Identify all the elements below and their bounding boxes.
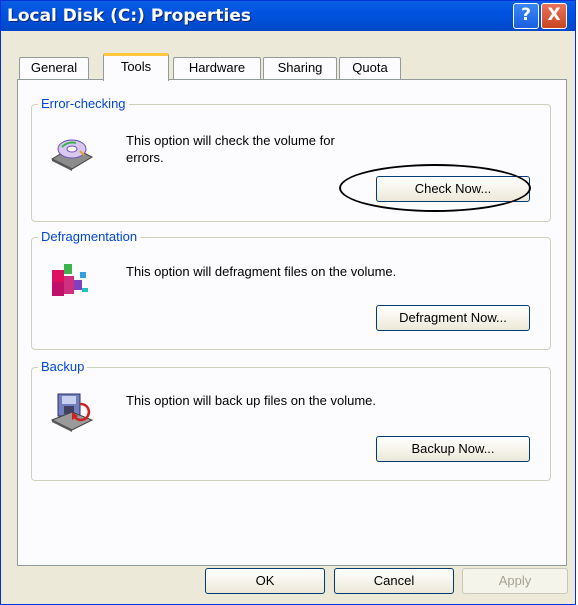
title-bar[interactable]: Local Disk (C:) Properties ? X (1, 1, 575, 31)
defragmentation-title: Defragmentation (38, 229, 141, 244)
tab-quota[interactable]: Quota (339, 57, 401, 79)
tab-strip: General Tools Hardware Sharing Quota (1, 53, 575, 81)
apply-button[interactable]: Apply (462, 568, 568, 594)
defragmentation-group: Defragmentation This option will defragm… (31, 229, 551, 350)
window-title: Local Disk (C:) Properties (7, 6, 252, 26)
backup-text: This option will back up files on the vo… (126, 393, 377, 408)
disk-check-icon (50, 133, 94, 174)
properties-window: Local Disk (C:) Properties ? X General T… (0, 0, 576, 605)
tab-general[interactable]: General (19, 57, 89, 79)
tab-sharing[interactable]: Sharing (263, 57, 337, 79)
ok-button[interactable]: OK (205, 568, 325, 594)
help-button[interactable]: ? (513, 3, 539, 29)
backup-icon (50, 390, 94, 435)
error-checking-text-line1: This option will check the volume for (126, 133, 335, 148)
backup-now-button[interactable]: Backup Now... (376, 436, 530, 462)
defragment-now-button[interactable]: Defragment Now... (376, 305, 530, 331)
highlight-oval (339, 164, 531, 212)
backup-title: Backup (38, 359, 88, 374)
error-checking-title: Error-checking (38, 96, 129, 111)
tab-hardware[interactable]: Hardware (173, 57, 261, 79)
tab-tools[interactable]: Tools (103, 53, 169, 81)
error-checking-text-line2: errors. (126, 150, 164, 165)
backup-group: Backup This option will back up files on… (31, 359, 551, 481)
defragmentation-text: This option will defragment files on the… (126, 264, 397, 279)
cancel-button[interactable]: Cancel (334, 568, 454, 594)
close-button[interactable]: X (541, 3, 567, 29)
defragment-icon (50, 260, 90, 303)
